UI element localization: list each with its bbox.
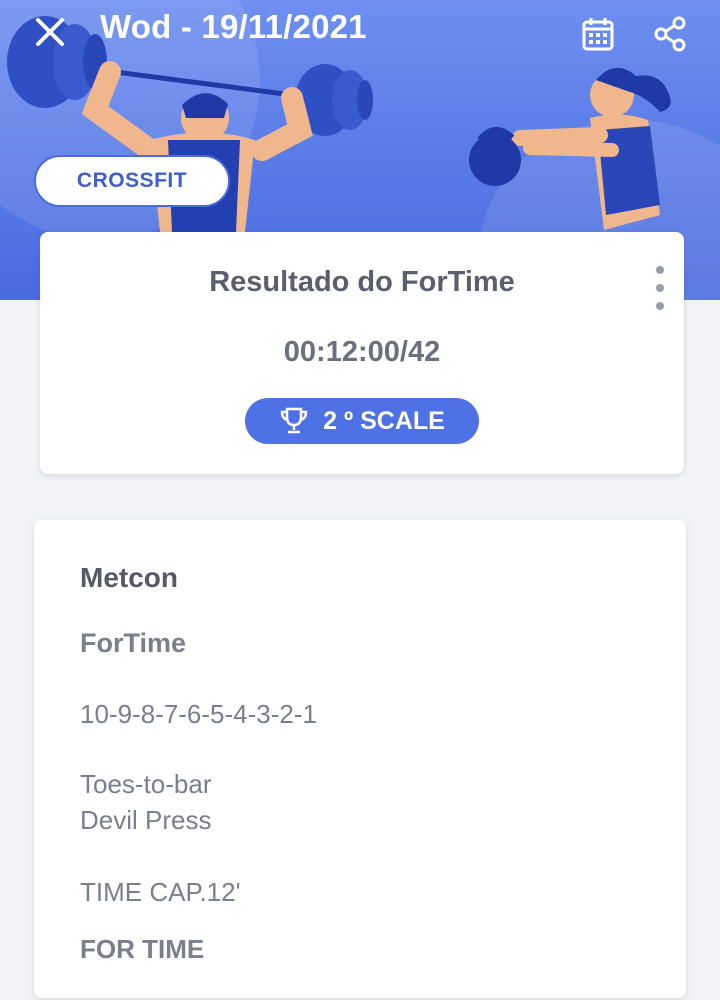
time-cap: TIME CAP.12' <box>80 877 241 907</box>
calendar-button[interactable] <box>578 14 618 54</box>
dot <box>656 266 664 274</box>
close-button[interactable] <box>30 12 70 52</box>
metcon-title: Metcon <box>80 562 178 593</box>
metcon-footer: FOR TIME <box>80 934 205 964</box>
share-button[interactable] <box>650 14 690 54</box>
more-options-button[interactable] <box>650 266 670 310</box>
share-icon <box>654 16 686 52</box>
close-icon <box>36 18 64 46</box>
result-time: 00:12:00/42 <box>283 336 441 368</box>
dot <box>656 302 664 310</box>
result-title: Resultado do ForTime <box>209 266 515 298</box>
trophy-icon <box>280 407 308 434</box>
top-bar: Wod - 19/11/2021 <box>0 0 720 64</box>
movement-item: Toes-to-bar <box>80 769 212 799</box>
reps-scheme: 10-9-8-7-6-5-4-3-2-1 <box>80 699 317 729</box>
page-title: Wod - 19/11/2021 <box>100 8 367 45</box>
scale-badge: 2 º SCALE <box>245 398 479 444</box>
calendar-icon <box>582 18 614 51</box>
metcon-card: Metcon ForTime 10-9-8-7-6-5-4-3-2-1 Toes… <box>34 520 686 998</box>
dot <box>656 284 664 292</box>
result-card: Resultado do ForTime 00:12:00/42 2 º SCA… <box>40 232 684 474</box>
movement-item: Devil Press <box>80 805 212 835</box>
category-tag[interactable]: CROSSFIT <box>34 155 230 207</box>
metcon-type: ForTime <box>80 628 187 658</box>
scale-label: 2 º SCALE <box>323 406 445 435</box>
